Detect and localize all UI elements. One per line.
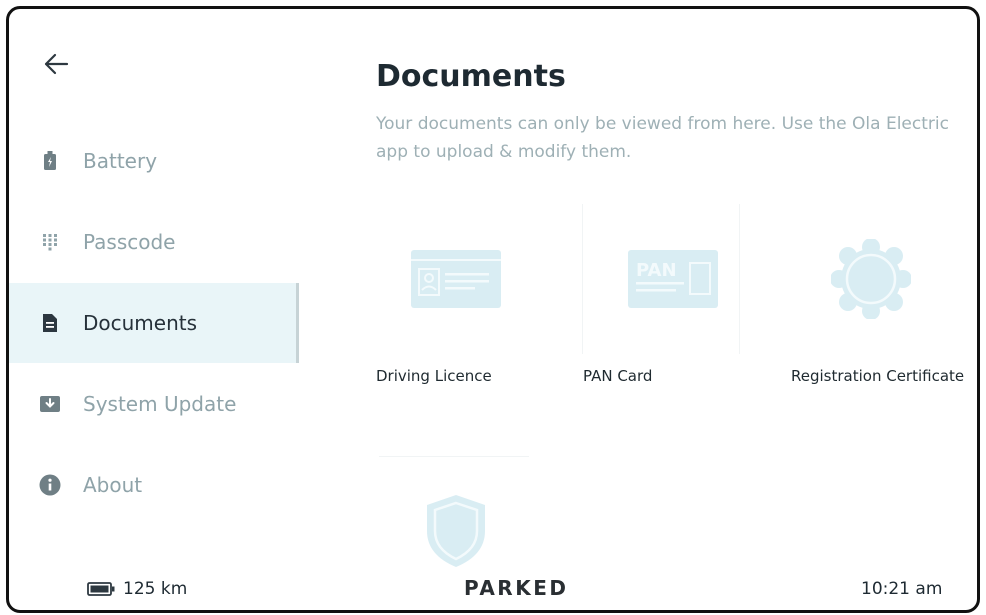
range-value: 125 km xyxy=(123,579,188,599)
sidebar-item-system-update[interactable]: System Update xyxy=(9,364,299,444)
keypad-icon xyxy=(39,231,61,253)
download-icon xyxy=(39,393,61,415)
battery-level-icon xyxy=(87,582,115,596)
info-icon xyxy=(39,474,61,496)
document-card-pan-card[interactable]: PAN PAN Card xyxy=(583,204,783,419)
shield-icon xyxy=(376,469,536,589)
page-subtitle: Your documents can only be viewed from h… xyxy=(376,114,949,162)
sidebar-item-battery[interactable]: Battery xyxy=(9,121,299,201)
document-label: Driving Licence xyxy=(376,367,492,385)
certificate-seal-icon xyxy=(791,204,951,354)
sidebar-item-passcode[interactable]: Passcode xyxy=(9,202,299,282)
document-card-driving-licence[interactable]: Driving Licence xyxy=(376,204,576,419)
sidebar-item-label: About xyxy=(83,473,143,497)
ride-status: PARKED xyxy=(464,576,569,600)
pan-card-icon: PAN xyxy=(583,204,763,354)
document-label: PAN Card xyxy=(583,367,653,385)
pan-icon-text: PAN xyxy=(636,260,677,281)
screen-frame: Battery Passcode Documents System Update… xyxy=(6,6,980,613)
sidebar-item-label: Documents xyxy=(83,311,198,335)
sidebar-item-documents[interactable]: Documents xyxy=(9,283,299,363)
page-title: Documents xyxy=(376,59,566,94)
sidebar-item-label: Battery xyxy=(83,149,158,173)
range-indicator: 125 km xyxy=(87,579,187,599)
arrow-left-icon xyxy=(44,53,69,75)
id-card-icon xyxy=(376,204,536,354)
document-card-insurance[interactable] xyxy=(376,469,576,589)
sidebar-item-label: Passcode xyxy=(83,230,176,254)
document-label: Registration Certificate xyxy=(791,367,965,385)
back-button[interactable] xyxy=(39,47,73,81)
battery-icon xyxy=(39,150,61,172)
grid-divider xyxy=(379,456,529,457)
document-card-registration-certificate[interactable]: Registration Certificate xyxy=(791,204,977,419)
sidebar-item-about[interactable]: About xyxy=(9,445,299,525)
document-icon xyxy=(39,312,61,334)
clock: 10:21 am xyxy=(861,579,943,599)
sidebar-item-label: System Update xyxy=(83,392,237,416)
